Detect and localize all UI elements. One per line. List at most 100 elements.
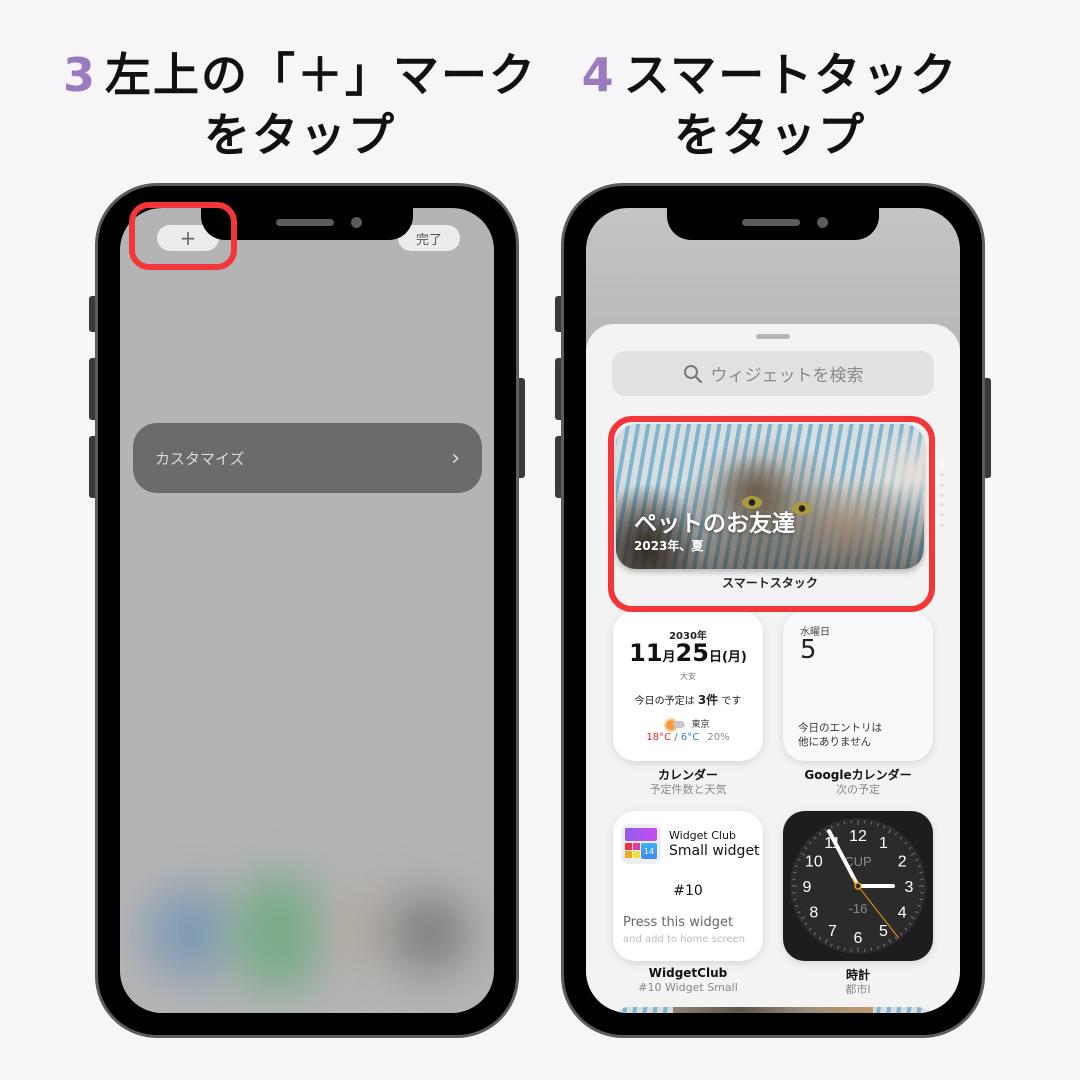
page-dot[interactable] [940,523,944,527]
customize-label: カスタマイズ [155,449,245,468]
volume-up-button [555,358,561,420]
step-4-heading: 4 スマートタック をタップ [560,45,980,165]
cloud-icon [673,721,686,728]
clock-tick [870,821,873,825]
page-dot[interactable] [940,493,944,497]
chevron-right-icon: › [451,445,460,471]
blurred-dock-icon [390,893,470,973]
month-unit: 月 [662,650,676,665]
next-widget-preview [613,1007,933,1013]
widget-search-input[interactable]: ウィジェットを検索 [612,351,934,396]
step-title-line1: 左上の「＋」マーク [105,48,537,102]
clock-numeral: 12 [849,828,867,845]
step-number: 4 [581,48,616,102]
icon-tile [625,843,632,850]
google-calendar-widget[interactable]: 水曜日 5 今日のエントリは 他にありません [783,611,933,761]
widgetclub-widget[interactable]: 14 Widget Club Small widget #10 Press th… [613,811,763,961]
page-dot[interactable] [940,513,944,517]
power-button [519,378,525,478]
highlight-ring [129,202,237,270]
clock-tick [793,898,797,901]
clock-numeral: 10 [805,854,823,871]
widgetclub-brand: Widget Club [669,829,736,842]
gcal-message: 今日のエントリは 他にありません [798,721,882,749]
clock-numeral: 2 [898,854,907,871]
analog-clock: 12 1234567891011 CUP -16 [790,818,926,954]
front-camera [817,217,828,228]
phone-right: ウィジェットを検索 ペットのお友達 2023年、夏 スマートスタック 2030年… [555,183,991,1038]
blurred-dock-icon [230,873,325,993]
customize-button[interactable]: カスタマイズ › [133,423,482,493]
clock-numeral: 7 [828,923,837,940]
clock-numeral: 3 [905,879,914,896]
speaker [276,219,334,226]
icon-banner [625,828,657,841]
page-dot[interactable] [940,503,944,507]
page-dot[interactable] [940,483,944,487]
blurred-dock-icon [145,888,235,978]
volume-up-button [89,358,95,420]
home-screen-edit-mode: + 完了 カスタマイズ › [120,208,494,1013]
widget-gallery-screen: ウィジェットを検索 ペットのお友達 2023年、夏 スマートスタック 2030年… [586,208,960,1013]
phone-left: + 完了 カスタマイズ › [89,183,525,1038]
widgetclub-name: Small widget [669,843,760,859]
clock-pivot [854,882,862,890]
clock-numeral: 4 [898,905,907,922]
mute-switch [89,296,95,332]
highlight-ring [608,416,935,612]
clock-tick [870,947,873,951]
clock-tick [843,947,846,951]
search-icon [683,364,702,383]
gcal-message-line1: 今日のエントリは [798,722,882,734]
front-camera [351,217,362,228]
clock-numeral: 9 [803,879,812,896]
speaker [742,219,800,226]
clock-widget[interactable]: 12 1 2 3 4 5 6 7 8 9 10 11 CUP -16 [783,811,933,961]
page-dot[interactable] [940,463,944,467]
clock-numeral: 5 [879,923,888,940]
volume-down-button [555,436,561,498]
step-title-line2: をタップ [674,108,866,162]
step-number: 3 [62,48,97,102]
widget-gallery-sheet: ウィジェットを検索 ペットのお友達 2023年、夏 スマートスタック 2030年… [586,324,960,1013]
day-unit: 日 [708,650,722,665]
widgetclub-app-icon: 14 [621,824,661,864]
step-title-line2: をタップ [204,108,396,162]
clock-tick [919,871,923,874]
clock-tick [919,898,923,901]
clock-numeral: 1 [879,835,888,852]
google-calendar-sublabel: 次の予定 [836,783,880,796]
calendar-date: 11月25日(月) [613,639,763,667]
icon-tile [625,851,632,858]
temp-high: 18°C [646,732,672,743]
sheet-grabber[interactable] [756,334,790,339]
volume-down-button [89,436,95,498]
schedule-count: 3件 [697,693,719,707]
calendar-widget[interactable]: 2030年 11月25日(月) 大安 今日の予定は 3件 です 東京 18°C … [613,611,763,761]
step-3-heading: 3 左上の「＋」マーク をタップ [40,45,560,165]
temperature-row: 18°C / 6°C 20% [646,732,730,743]
page-dot[interactable] [940,473,944,477]
schedule-prefix: 今日の予定は [634,696,695,707]
widgetclub-press-text: Press this widget [623,915,734,930]
notch [667,208,879,240]
icon-badge: 14 [641,843,657,859]
step-title-line1: スマートタック [623,48,959,102]
schedule-suffix: です [721,696,742,707]
weather-city: 東京 [691,720,710,730]
precip-chance: 20% [707,732,730,743]
schedule-summary: 今日の予定は 3件 です [613,691,763,708]
gcal-day: 5 [800,635,817,665]
clock-offset: -16 [849,901,868,916]
rokuyo: 大安 [680,672,696,681]
temp-low: 6°C [680,732,700,743]
calendar-widget-sublabel: 予定件数と天気 [649,783,727,796]
gcal-message-line2: 他にありません [798,736,872,748]
icon-tile [633,851,640,858]
page-indicator [940,463,944,527]
clock-tick [793,871,797,874]
widgetclub-label: WidgetClub [648,966,728,980]
weather-row: 東京 [613,717,763,730]
clock-numeral: 6 [854,930,863,947]
widgetclub-number: #10 [673,883,703,899]
